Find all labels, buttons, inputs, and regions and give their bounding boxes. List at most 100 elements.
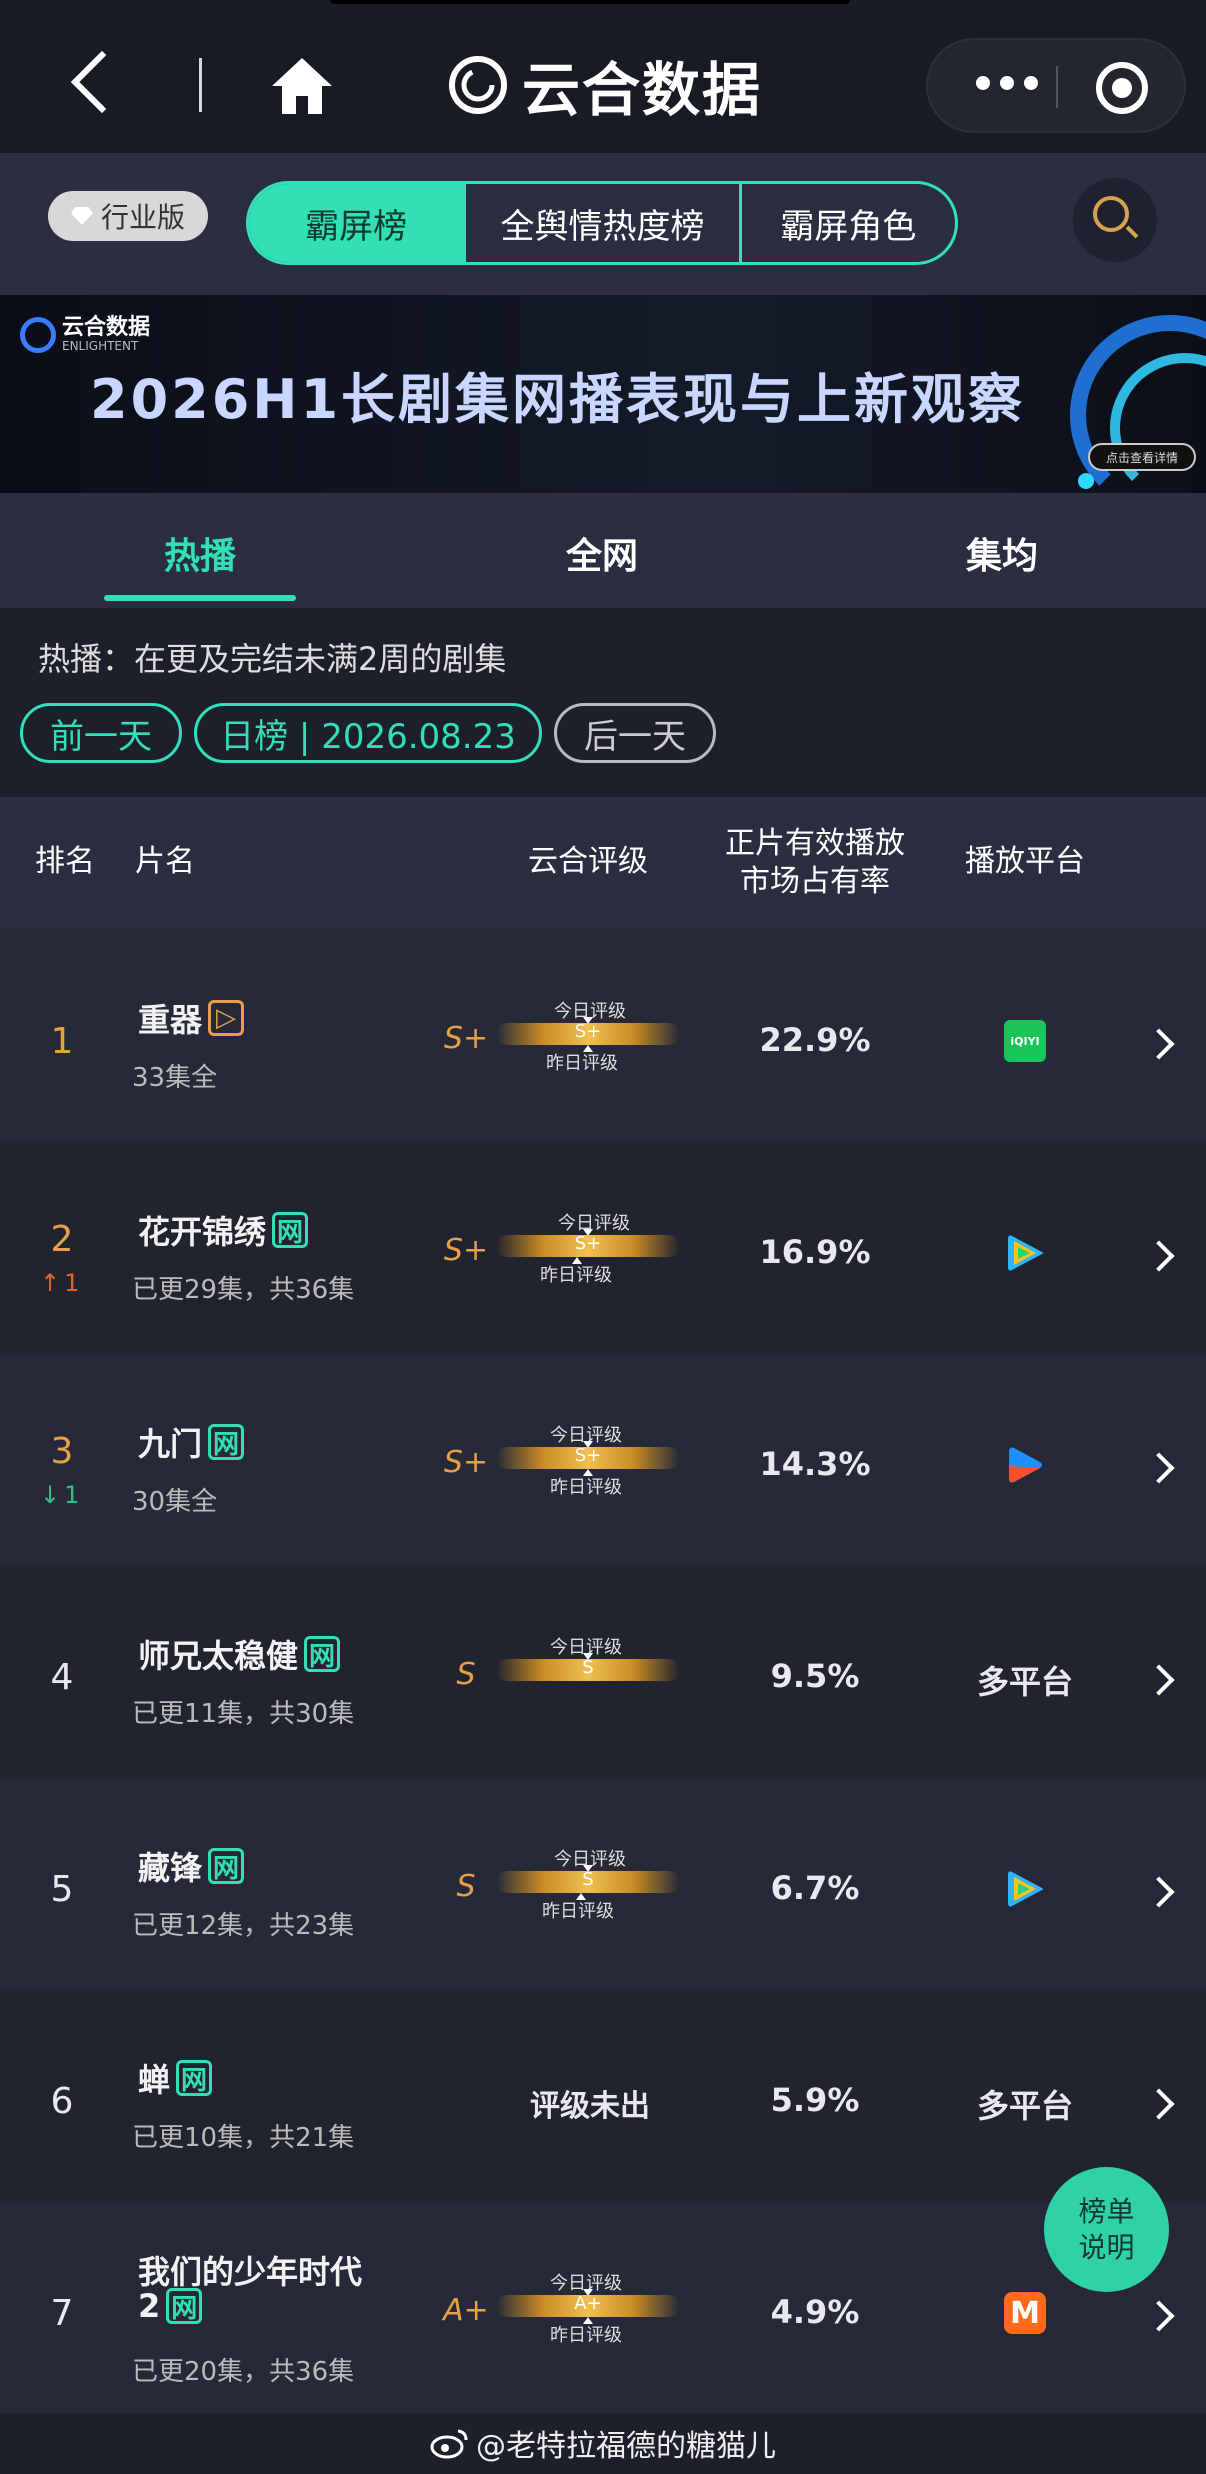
industry-edition-badge[interactable]: 行业版	[48, 191, 208, 241]
market-share: 6.7%	[770, 1869, 860, 1907]
capsule-divider	[1056, 66, 1058, 108]
prev-day-button[interactable]: 前一天	[20, 703, 182, 763]
iqiyi-icon: iQIYI	[1004, 1020, 1046, 1062]
gauge-yesterday-label: 昨日评级	[546, 1053, 618, 1074]
episode-status: 33集全	[132, 1063, 218, 1093]
episode-status: 已更12集，共23集	[132, 1911, 355, 1941]
badge-label: 行业版	[100, 201, 185, 234]
banner-logo: 云合数据 ENLIGHTENT	[20, 317, 150, 353]
gauge-yesterday-label: 昨日评级	[540, 1265, 612, 1286]
gauge-yesterday-label: 昨日评级	[550, 1477, 622, 1498]
search-icon-handle	[1125, 225, 1139, 239]
rank-number: 2	[50, 1219, 74, 1260]
tencent-video-icon	[1008, 1871, 1043, 1907]
chevron-right-icon[interactable]	[1143, 1240, 1175, 1272]
status-notch	[330, 0, 850, 4]
episode-status: 已更29集，共36集	[132, 1275, 355, 1305]
show-title-text: 蝉	[138, 2061, 171, 2099]
grade-gauge: 今日评级 S+ 昨日评级	[496, 997, 680, 1074]
back-chevron-icon[interactable]	[70, 50, 134, 114]
rank-change-value: 1	[64, 1481, 80, 1509]
chevron-right-icon[interactable]	[1143, 1664, 1175, 1696]
platform-multi: 多平台	[976, 1663, 1073, 1701]
weibo-icon	[430, 2429, 468, 2459]
next-day-button[interactable]: 后一天	[554, 703, 716, 763]
table-row[interactable]: 3 ↓ 1 九门 网 30集全 S+ 今日评级 S+ 昨日评级 14.3%	[0, 1353, 1206, 1565]
app-brand: 云合数据	[448, 50, 762, 124]
table-row[interactable]: 4 师兄太稳健 网 已更11集，共30集 S 今日评级 S 9.5% 多平台	[0, 1565, 1206, 1777]
grade-label: A+	[443, 2293, 489, 2328]
divider	[199, 58, 202, 112]
show-title-text: 花开锦绣	[138, 1213, 267, 1251]
tab-hot[interactable]: 热播	[100, 527, 300, 579]
tab-all-network[interactable]: 全网	[502, 527, 702, 579]
arrow-up-icon: ↑	[40, 1269, 61, 1297]
grade-gauge: 今日评级 S 昨日评级	[496, 1845, 680, 1922]
grade-pending: 评级未出	[530, 2089, 650, 2124]
chevron-right-icon[interactable]	[1143, 1452, 1175, 1484]
rank-number: 7	[50, 2293, 74, 2334]
mini-program-capsule	[926, 38, 1186, 133]
show-title: 蝉 网	[138, 2055, 213, 2101]
chevron-right-icon[interactable]	[1143, 2300, 1175, 2332]
search-button[interactable]	[1073, 178, 1157, 262]
app-name: 云合数据	[522, 56, 763, 124]
show-title: 藏锋 网	[138, 1843, 245, 1889]
table-row[interactable]: 6 蝉 网 已更10集，共21集 评级未出 5.9% 多平台	[0, 1989, 1206, 2201]
gauge-value: S+	[574, 1445, 602, 1466]
chevron-right-icon[interactable]	[1143, 1028, 1175, 1060]
show-title-text: 师兄太稳健	[138, 1637, 299, 1675]
web-tag: 网	[176, 2060, 213, 2096]
table-row[interactable]: 2 ↑ 1 花开锦绣 网 已更29集，共36集 S+ 今日评级 S+ 昨日评级 1…	[0, 1141, 1206, 1353]
segment-dominant-roles[interactable]: 霸屏角色	[738, 184, 955, 262]
table-row[interactable]: 7 我们的少年时代 2 网 已更20集，共36集 A+ 今日评级 A+ 昨日评级…	[0, 2201, 1206, 2413]
gauge-value: S	[582, 1869, 594, 1890]
header-rank: 排名	[35, 844, 95, 879]
header-grade: 云合评级	[528, 844, 648, 879]
tab-per-episode[interactable]: 集均	[902, 527, 1102, 579]
grade-label: S	[456, 1869, 476, 1904]
episode-status: 已更10集，共21集	[132, 2123, 355, 2153]
watermark-text: @老特拉福德的糖猫儿	[476, 2429, 776, 2464]
enlightent-logo-icon	[449, 56, 507, 114]
chevron-right-icon[interactable]	[1143, 1876, 1175, 1908]
ranking-type-bar: 行业版 霸屏榜 全舆情热度榜 霸屏角色	[0, 153, 1206, 295]
top-bar: 云合数据	[0, 0, 1206, 153]
promo-banner[interactable]: 云合数据 ENLIGHTENT 2026H1长剧集网播表现与上新观察 点击查看详…	[0, 295, 1206, 493]
web-tag: 网	[208, 1424, 245, 1460]
market-share: 14.3%	[759, 1445, 871, 1483]
youku-icon	[1009, 1447, 1042, 1483]
grade-label: S+	[443, 1445, 489, 1480]
show-title-text: 藏锋	[138, 1849, 203, 1887]
sub-tabs: 热播 全网 集均	[0, 493, 1206, 608]
active-tab-underline	[104, 595, 296, 601]
market-share: 16.9%	[759, 1233, 871, 1271]
date-selector[interactable]: 日榜 | 2026.08.23	[194, 703, 542, 763]
home-icon[interactable]	[270, 56, 334, 116]
chart-explanation-button[interactable]: 榜单 说明	[1044, 2167, 1169, 2292]
web-tag: 网	[208, 1848, 245, 1884]
web-tag: 网	[272, 1212, 309, 1248]
gauge-value: S+	[574, 1233, 602, 1254]
table-row[interactable]: 1 重器 ▷ 33集全 S+ 今日评级 S+ 昨日评级 22.9% iQIYI	[0, 929, 1206, 1141]
rank-number: 1	[50, 1021, 74, 1062]
show-title: 花开锦绣 网	[138, 1207, 309, 1253]
table-row[interactable]: 5 藏锋 网 已更12集，共23集 S 今日评级 S 昨日评级 6.7%	[0, 1777, 1206, 1989]
close-target-icon[interactable]	[1096, 62, 1148, 114]
banner-dot	[1078, 473, 1094, 489]
segment-dominance-chart[interactable]: 霸屏榜	[249, 184, 464, 262]
tencent-video-icon	[1008, 1235, 1043, 1271]
rank-number: 6	[50, 2081, 74, 2122]
show-title: 重器 ▷	[138, 995, 245, 1041]
gauge-yesterday-label: 昨日评级	[542, 1901, 614, 1922]
rank-number: 4	[50, 1657, 74, 1698]
more-dots-icon[interactable]	[976, 76, 1038, 90]
mgtv-icon: M	[1004, 2292, 1046, 2334]
segment-public-opinion-chart[interactable]: 全舆情热度榜	[463, 184, 739, 262]
rank-change-up: ↑ 1	[40, 1269, 79, 1297]
weibo-watermark: @老特拉福德的糖猫儿	[0, 2412, 1206, 2474]
banner-cta-button[interactable]: 点击查看详情	[1088, 443, 1196, 471]
market-share: 22.9%	[759, 1021, 871, 1059]
chevron-right-icon[interactable]	[1143, 2088, 1175, 2120]
episode-status: 30集全	[132, 1487, 218, 1517]
